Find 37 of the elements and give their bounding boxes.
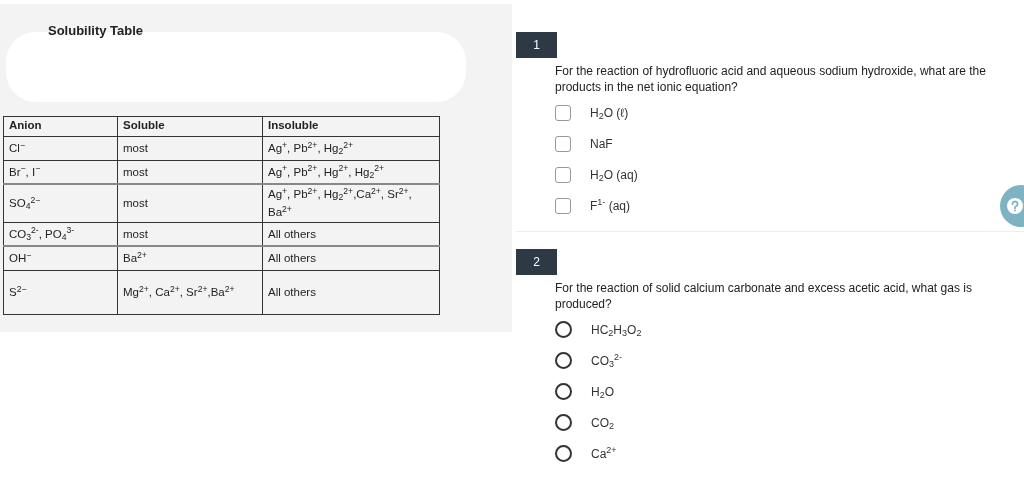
option-label: H$_{2}$O (aq) (590, 166, 638, 184)
table-cell: Cl$^{−}$ (3, 136, 118, 160)
radio-button[interactable] (555, 414, 572, 431)
table-cell: Br$^{−}$, I$^{−}$ (3, 160, 118, 184)
radio-button[interactable] (555, 383, 572, 400)
checkbox[interactable] (555, 135, 571, 152)
table-cell: most (117, 184, 263, 222)
question-mark-icon (1007, 198, 1023, 214)
question-text: For the reaction of hydrofluoric acid and aqueous sodium hydroxide, what are the products in the net ionic equation? (555, 63, 987, 95)
option-label: HC$_{2}$H$_{3}$O$_{2}$ (591, 321, 642, 339)
radio-button[interactable] (555, 445, 572, 462)
table-cell: Mg$^{2+}$, Ca$^{2+}$, Sr$^{2+}$,Ba$^{2+}$ (117, 270, 263, 314)
table-cell: Ag$^{+}$, Pb$^{2+}$, Hg$_{2}$$^{2+}$,Ca$^{2+}$, Sr$^{2+}$, Ba$^{2+}$ (262, 184, 440, 222)
column-header: Soluble (117, 116, 263, 136)
column-header: Insoluble (262, 116, 440, 136)
table-cell: most (117, 136, 263, 160)
option-label: CO$_{2}$ (591, 414, 614, 432)
option-label: H$_{2}$O (591, 383, 615, 401)
checkbox[interactable] (555, 104, 571, 121)
option-label: NaF (590, 135, 613, 153)
table-cell: OH$^{−}$ (3, 246, 118, 270)
panel-title: Solubility Table (48, 22, 145, 40)
question-number: 2 (516, 249, 557, 275)
radio-button[interactable] (555, 321, 572, 338)
option-label: Ca$^{2+}$ (591, 444, 617, 463)
checkbox[interactable] (555, 197, 571, 214)
checkbox[interactable] (555, 166, 571, 183)
table-cell: All others (262, 270, 440, 314)
column-header: Anion (3, 116, 118, 136)
table-cell: S$^{2−}$ (3, 270, 118, 314)
option-label: F$^{1-}$ (aq) (590, 196, 631, 215)
table-cell: Ba$^{2+}$ (117, 246, 263, 270)
question-text: For the reaction of solid calcium carbonate and excess acetic acid, what gas is produced? (555, 280, 973, 312)
table-cell: All others (262, 246, 440, 270)
radio-button[interactable] (555, 352, 572, 369)
question-number: 1 (516, 32, 557, 58)
option-label: H$_{2}$O (ℓ) (590, 104, 629, 122)
